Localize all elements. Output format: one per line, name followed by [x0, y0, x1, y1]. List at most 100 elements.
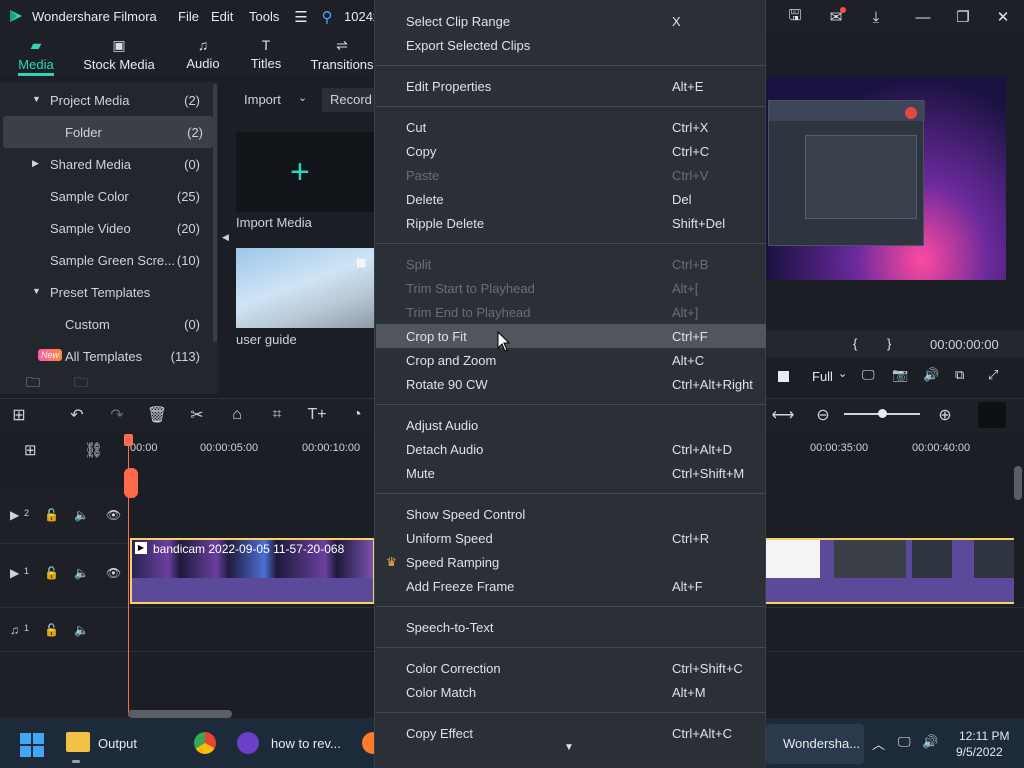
menu-item-select-clip-range[interactable]: Select Clip Range X	[376, 9, 766, 33]
menu-item-color-correction[interactable]: Color Correction Ctrl+Shift+C	[376, 656, 766, 680]
menu-item-cut[interactable]: Cut Ctrl+X	[376, 115, 766, 139]
link-icon[interactable]: ⛓	[84, 441, 103, 459]
add-text-icon[interactable]: T+	[306, 404, 328, 426]
delete-icon[interactable]: 🗑	[146, 404, 168, 426]
cut-icon[interactable]: ✂	[186, 404, 208, 426]
lock-icon[interactable]: 🔓	[44, 623, 59, 637]
speed-icon[interactable]: ◔	[346, 404, 368, 426]
minimize-icon[interactable]: —	[912, 6, 934, 28]
crop-icon[interactable]: ⌗	[266, 404, 288, 426]
menu-item-split[interactable]: Split Ctrl+B	[376, 252, 766, 276]
eye-icon[interactable]: 👁	[106, 508, 121, 522]
tree-item-project-media[interactable]: ▼ Project Media (2)	[0, 84, 212, 116]
file-explorer-icon[interactable]	[66, 732, 90, 752]
import-dropdown[interactable]: Import ⌄	[236, 88, 314, 112]
menu-item-color-match[interactable]: Color Match Alt+M	[376, 680, 766, 704]
display-icon[interactable]: 🖵	[898, 734, 911, 750]
restore-icon[interactable]: ❐	[952, 6, 974, 28]
camera-icon[interactable]: 📷	[892, 367, 908, 383]
menu-item-mute[interactable]: Mute Ctrl+Shift+M	[376, 461, 766, 485]
record-dropdown[interactable]: Record	[322, 88, 382, 112]
save-icon[interactable]: 🖫	[784, 6, 806, 28]
hamburger-menu-icon[interactable]: ☰	[290, 6, 312, 28]
chevron-down-icon[interactable]: ⌄	[838, 367, 847, 380]
fit-timeline-icon[interactable]: ⟷	[772, 404, 795, 426]
taskbar-output-label[interactable]: Output	[98, 736, 137, 751]
tree-item-preset-templates[interactable]: ▼ Preset Templates	[0, 276, 212, 308]
stop-icon[interactable]	[778, 371, 789, 382]
menu-item-crop-and-zoom[interactable]: Crop and Zoom Alt+C	[376, 348, 766, 372]
clock-time[interactable]: 12:11 PM	[959, 729, 1009, 743]
redo-icon[interactable]: ↷	[106, 404, 128, 426]
scroll-down-arrow-icon[interactable]: ▼	[564, 742, 574, 753]
fullscreen-icon[interactable]: ⤢	[988, 367, 998, 383]
lock-icon[interactable]: 🔓	[44, 508, 59, 522]
menu-file[interactable]: File	[178, 9, 199, 24]
sidebar-scrollbar[interactable]	[213, 84, 217, 342]
taskbar-browser-label[interactable]: how to rev...	[271, 736, 341, 751]
menu-item-edit-properties[interactable]: Edit Properties Alt+E	[376, 74, 766, 98]
mute-icon[interactable]: 🔈	[74, 508, 89, 522]
tree-item-sample-video[interactable]: Sample Video (20)	[0, 212, 212, 244]
menu-item-trim-end-to-playhead[interactable]: Trim End to Playhead Alt+]	[376, 300, 766, 324]
chevron-up-icon[interactable]: ︿	[872, 734, 885, 753]
tab-media[interactable]: ▰ Media	[12, 32, 60, 76]
expand-arrow-icon[interactable]: ▶	[32, 158, 39, 169]
pip-icon[interactable]: ⧉	[955, 367, 964, 383]
tree-item-sample-color[interactable]: Sample Color (25)	[0, 180, 212, 212]
playhead-marker[interactable]	[124, 434, 133, 446]
menu-item-crop-to-fit[interactable]: Crop to Fit Ctrl+F	[376, 324, 766, 348]
tag-icon[interactable]: ⌂	[226, 404, 248, 426]
playhead-handle[interactable]	[124, 468, 138, 498]
menu-item-trim-start-to-playhead[interactable]: Trim Start to Playhead Alt+[	[376, 276, 766, 300]
download-icon[interactable]: ⤓	[865, 6, 887, 28]
menu-item-copy[interactable]: Copy Ctrl+C	[376, 139, 766, 163]
menu-item-show-speed-control[interactable]: Show Speed Control	[376, 502, 766, 526]
tab-transitions[interactable]: ⇌ Transitions	[310, 32, 374, 76]
menu-tools[interactable]: Tools	[249, 9, 279, 24]
display-icon[interactable]: 🖵	[862, 367, 875, 383]
pin-icon[interactable]: ⚲	[316, 6, 338, 28]
menu-item-paste[interactable]: Paste Ctrl+V	[376, 163, 766, 187]
menu-item-speed-ramping[interactable]: ♛ Speed Ramping	[376, 550, 766, 574]
tree-item-sample-green-screen[interactable]: Sample Green Scre... (10)	[0, 244, 212, 276]
tab-audio[interactable]: ♫ Audio	[178, 32, 228, 76]
zoom-out-icon[interactable]: ⊖	[812, 404, 834, 426]
mute-icon[interactable]: 🔈	[74, 623, 89, 637]
menu-item-export-selected-clips[interactable]: Export Selected Clips	[376, 33, 766, 57]
chrome-icon[interactable]	[194, 732, 216, 754]
tree-item-all-templates[interactable]: New All Templates (113)	[0, 340, 212, 372]
plus-icon[interactable]: +	[290, 155, 310, 189]
mark-out-icon[interactable]: }	[887, 336, 891, 351]
menu-item-ripple-delete[interactable]: Ripple Delete Shift+Del	[376, 211, 766, 235]
tree-item-shared-media[interactable]: ▶ Shared Media (0)	[0, 148, 212, 180]
zoom-in-icon[interactable]: ⊕	[934, 404, 956, 426]
windows-start-icon[interactable]	[20, 733, 44, 757]
menu-edit[interactable]: Edit	[211, 9, 233, 24]
volume-icon[interactable]: 🔊	[922, 734, 938, 750]
zoom-slider-knob[interactable]	[878, 409, 887, 418]
browser-icon[interactable]	[237, 732, 259, 754]
lock-icon[interactable]: 🔓	[44, 566, 59, 580]
volume-icon[interactable]: 🔊	[923, 367, 939, 383]
timeline-vertical-scrollbar[interactable]	[1014, 466, 1022, 500]
user-guide-thumbnail[interactable]: ▦	[236, 248, 376, 328]
add-track-icon[interactable]: ⊞	[24, 441, 37, 459]
mute-icon[interactable]: 🔈	[74, 566, 89, 580]
collapse-sidebar-icon[interactable]: ◀	[222, 232, 229, 243]
quality-select[interactable]: Full	[812, 369, 833, 384]
undo-icon[interactable]: ↶	[66, 404, 88, 426]
menu-item-delete[interactable]: Delete Del	[376, 187, 766, 211]
tree-item-folder[interactable]: Folder (2)	[3, 116, 213, 148]
new-folder-icon[interactable]: 🗀	[26, 372, 40, 396]
menu-item-speech-to-text[interactable]: Speech-to-Text	[376, 615, 766, 639]
expand-arrow-icon[interactable]: ▼	[32, 94, 41, 104]
menu-item-add-freeze-frame[interactable]: Add Freeze Frame Alt+F	[376, 574, 766, 598]
folder-import-icon[interactable]: 🗀	[74, 372, 88, 396]
clock-date[interactable]: 9/5/2022	[956, 745, 1003, 759]
menu-item-uniform-speed[interactable]: Uniform Speed Ctrl+R	[376, 526, 766, 550]
menu-item-detach-audio[interactable]: Detach Audio Ctrl+Alt+D	[376, 437, 766, 461]
menu-item-adjust-audio[interactable]: Adjust Audio	[376, 413, 766, 437]
timeline-horizontal-scrollbar[interactable]	[128, 710, 232, 718]
close-icon[interactable]: ✕	[992, 6, 1014, 28]
